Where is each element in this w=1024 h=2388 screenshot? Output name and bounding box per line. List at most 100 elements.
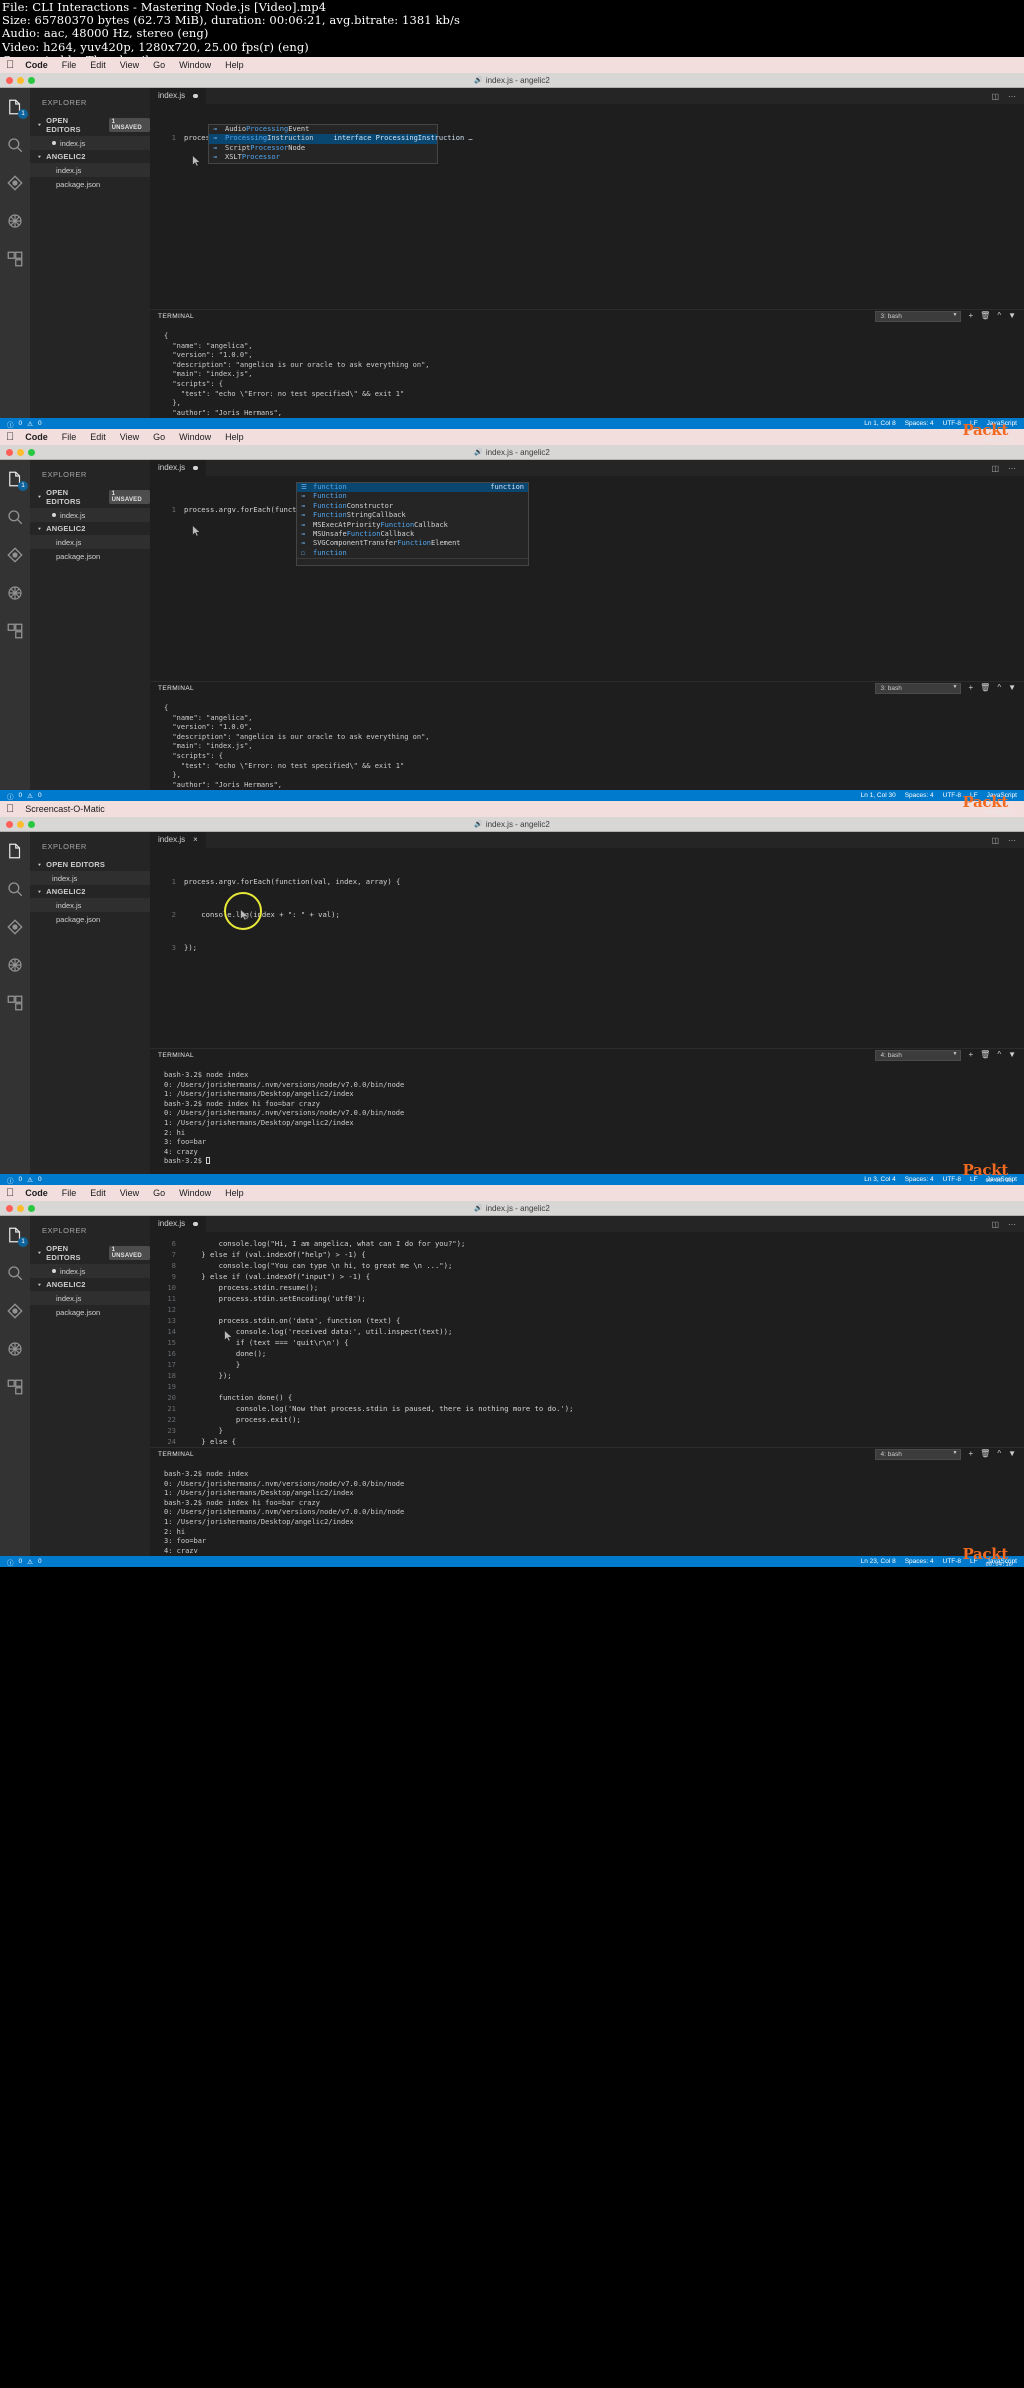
status-bar-1[interactable]: ⓘ 0 ⚠ 0 Ln 1, Col 8 Spaces: 4 UTF-8 LF Jav…	[0, 418, 1024, 429]
suggest-item-selected[interactable]: ⊸ ProcessingInstruction interface Proces…	[209, 134, 473, 144]
menu-item-code[interactable]: Code	[25, 60, 48, 70]
more-actions-icon[interactable]: ⋯	[1008, 1220, 1016, 1229]
explorer-icon[interactable]	[6, 842, 24, 860]
open-editors-section[interactable]: ▼ OPEN EDITORS	[30, 858, 150, 871]
file-item-index-js[interactable]: index.js	[30, 1291, 150, 1305]
tab-index-js[interactable]: index.js ×	[150, 832, 207, 848]
close-icon[interactable]: ×	[193, 836, 198, 844]
split-editor-icon[interactable]: ◫	[991, 464, 999, 473]
terminal-select-4[interactable]: 4: bash ▼	[875, 1448, 962, 1460]
close-panel-icon[interactable]: ▼	[1008, 312, 1016, 320]
search-icon[interactable]	[6, 508, 24, 526]
cursor-position[interactable]: Ln 3, Col 4	[864, 1176, 895, 1183]
new-terminal-icon[interactable]: +	[968, 1450, 973, 1458]
extensions-icon[interactable]	[6, 994, 24, 1012]
extensions-icon[interactable]	[6, 250, 24, 268]
menu-item-go[interactable]: Go	[153, 1188, 165, 1198]
menu-item-window[interactable]: Window	[179, 432, 211, 442]
menu-item-window[interactable]: Window	[179, 1188, 211, 1198]
menu-item-edit[interactable]: Edit	[90, 60, 106, 70]
menu-item-help[interactable]: Help	[225, 432, 244, 442]
panel-actions-1[interactable]: 3: bash ▼ + 🗑 ^ ▼	[875, 310, 1016, 322]
menu-item-help[interactable]: Help	[225, 1188, 244, 1198]
macos-menubar[interactable]:  Code File Edit View Go Window Help	[0, 57, 1024, 73]
unsaved-dot-icon[interactable]	[193, 465, 198, 471]
terminal-1[interactable]: { "name": "angelica", "version": "1.0.0"…	[150, 322, 1024, 418]
close-panel-icon[interactable]: ▼	[1008, 1051, 1016, 1059]
cursor-position[interactable]: Ln 23, Col 8	[861, 1558, 896, 1565]
open-editor-item-index-js[interactable]: index.js	[30, 508, 150, 522]
eol[interactable]: LF	[970, 1176, 978, 1183]
open-editors-section[interactable]: ▼ OPEN EDITORS 1 UNSAVED	[30, 114, 150, 136]
terminal-select-2[interactable]: 3: bash ▼	[875, 682, 962, 694]
file-item-package-json[interactable]: package.json	[30, 177, 150, 191]
encoding[interactable]: UTF-8	[943, 420, 961, 427]
code-editor-2[interactable]: 1 process.argv.forEach(function) ☰ funct…	[150, 476, 1024, 681]
more-actions-icon[interactable]: ⋯	[1008, 92, 1016, 101]
more-actions-icon[interactable]: ⋯	[1008, 464, 1016, 473]
split-editor-icon[interactable]: ◫	[991, 92, 999, 101]
terminal-tab-label[interactable]: TERMINAL	[158, 313, 194, 320]
encoding[interactable]: UTF-8	[943, 1176, 961, 1183]
apple-logo-icon[interactable]: 	[6, 59, 14, 71]
maximize-panel-icon[interactable]: ^	[997, 684, 1001, 692]
kill-terminal-icon[interactable]: 🗑	[980, 312, 990, 320]
menu-item-help[interactable]: Help	[225, 60, 244, 70]
activity-bar[interactable]: 1	[0, 460, 30, 790]
menu-item-code[interactable]: Code	[25, 1188, 48, 1198]
suggest-item[interactable]: ⊸ AudioProcessingEvent	[209, 125, 437, 134]
macos-menubar[interactable]:  Code File Edit View Go Window Help	[0, 1185, 1024, 1201]
editor-actions-2[interactable]: ◫ ⋯	[991, 460, 1024, 476]
eol[interactable]: LF	[970, 792, 978, 799]
cursor-position[interactable]: Ln 1, Col 8	[864, 420, 895, 427]
code-editor-3[interactable]: 1 process.argv.forEach(function(val, ind…	[150, 848, 1024, 1048]
activity-bar[interactable]: 1	[0, 88, 30, 418]
suggest-item[interactable]: ⊸ ScriptProcessorNode	[209, 144, 437, 153]
kill-terminal-icon[interactable]: 🗑	[980, 1450, 990, 1458]
encoding[interactable]: UTF-8	[943, 792, 961, 799]
suggest-widget-2[interactable]: ☰ function function ⊸ Function ⊸ Functio…	[296, 482, 529, 567]
language-mode[interactable]: JavaScript	[987, 420, 1017, 427]
unsaved-dot-icon[interactable]	[193, 93, 198, 99]
menu-item-file[interactable]: File	[62, 60, 77, 70]
menu-item-edit[interactable]: Edit	[90, 432, 106, 442]
file-item-package-json[interactable]: package.json	[30, 1305, 150, 1319]
file-item-index-js[interactable]: index.js	[30, 898, 150, 912]
suggest-item[interactable]: ⊸ MSExecAtPriorityFunctionCallback	[297, 521, 528, 530]
language-mode[interactable]: JavaScript	[987, 792, 1017, 799]
panel-actions-2[interactable]: 3: bash ▼ + 🗑 ^ ▼	[875, 682, 1016, 694]
panel-actions-4[interactable]: 4: bash ▼ + 🗑 ^ ▼	[875, 1448, 1016, 1460]
terminal-tab-label[interactable]: TERMINAL	[158, 685, 194, 692]
suggest-item-selected[interactable]: ☰ function function	[297, 483, 528, 493]
status-problems-1[interactable]: ⓘ 0 ⚠ 0	[7, 419, 42, 429]
open-editors-section[interactable]: ▼ OPEN EDITORS 1 UNSAVED	[30, 486, 150, 508]
editor-actions-4[interactable]: ◫ ⋯	[991, 1216, 1024, 1232]
code-editor-4[interactable]: 6 console.log("Hi, I am angelica, what c…	[150, 1232, 1024, 1447]
terminal-tab-label[interactable]: TERMINAL	[158, 1052, 194, 1059]
file-item-index-js[interactable]: index.js	[30, 163, 150, 177]
suggest-item[interactable]: ⊸ Function	[297, 492, 528, 501]
indentation[interactable]: Spaces: 4	[905, 420, 934, 427]
new-terminal-icon[interactable]: +	[968, 1051, 973, 1059]
explorer-icon[interactable]: 1	[6, 1226, 28, 1247]
kill-terminal-icon[interactable]: 🗑	[980, 684, 990, 692]
terminal-2[interactable]: { "name": "angelica", "version": "1.0.0"…	[150, 694, 1024, 790]
menu-item-view[interactable]: View	[120, 1188, 139, 1198]
search-icon[interactable]	[6, 136, 24, 154]
code-editor-1[interactable]: 1 process ⊸ AudioProcessingEvent ⊸ Proce…	[150, 104, 1024, 309]
explorer-icon[interactable]: 1	[6, 98, 28, 119]
suggest-item[interactable]: ⊸ FunctionStringCallback	[297, 511, 528, 520]
terminal-4[interactable]: bash-3.2$ node index 0: /Users/jorisherm…	[150, 1460, 1024, 1553]
extensions-icon[interactable]	[6, 622, 24, 640]
eol[interactable]: LF	[970, 1558, 978, 1565]
open-editors-section[interactable]: ▼ OPEN EDITORS 1 UNSAVED	[30, 1242, 150, 1264]
encoding[interactable]: UTF-8	[943, 1558, 961, 1565]
status-bar-4[interactable]: ⓘ 0 ⚠ 0 Ln 23, Col 8 Spaces: 4 UTF-8 LF Ja…	[0, 1556, 1024, 1567]
eol[interactable]: LF	[970, 420, 978, 427]
file-item-package-json[interactable]: package.json	[30, 549, 150, 563]
status-problems-3[interactable]: ⓘ 0 ⚠ 0	[7, 1175, 42, 1185]
panel-actions-3[interactable]: 4: bash ▼ + 🗑 ^ ▼	[875, 1049, 1016, 1061]
terminal-3[interactable]: bash-3.2$ node index 0: /Users/jorisherm…	[150, 1061, 1024, 1171]
menu-item-go[interactable]: Go	[153, 60, 165, 70]
open-editor-item-index-js[interactable]: index.js	[30, 136, 150, 150]
